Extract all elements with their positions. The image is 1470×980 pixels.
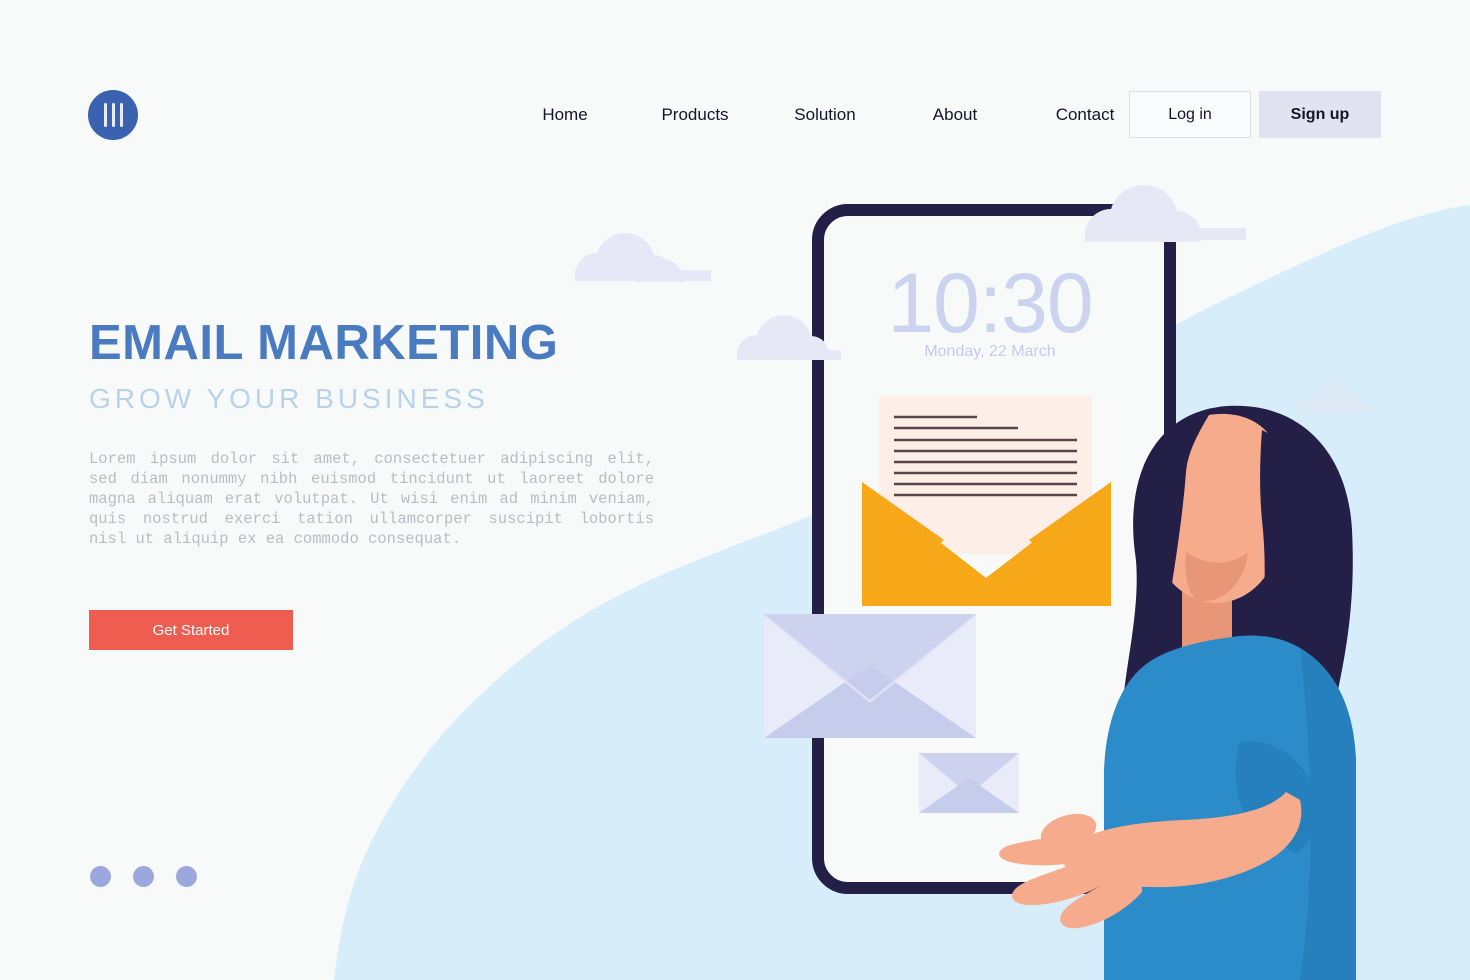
closed-envelope-icon — [919, 753, 1019, 813]
carousel-dot[interactable] — [176, 866, 197, 887]
carousel-dot[interactable] — [90, 866, 111, 887]
login-button[interactable]: Log in — [1129, 91, 1251, 138]
get-started-button[interactable]: Get Started — [89, 610, 293, 650]
logo-bar — [119, 103, 123, 127]
hero-body-text: Lorem ipsum dolor sit amet, consectetuer… — [89, 450, 654, 549]
carousel-dots — [90, 866, 197, 887]
site-header: Home Products Solution About Contact Log… — [0, 0, 1470, 200]
closed-envelope-icon — [764, 614, 976, 738]
cloud-icon — [575, 232, 711, 282]
nav-item-home[interactable]: Home — [500, 100, 630, 130]
signup-button[interactable]: Sign up — [1259, 91, 1381, 138]
nav-item-about[interactable]: About — [890, 100, 1020, 130]
main-navigation: Home Products Solution About Contact — [500, 100, 1150, 130]
logo-bar — [103, 103, 107, 127]
nav-item-products[interactable]: Products — [630, 100, 760, 130]
auth-buttons: Log in Sign up — [1129, 91, 1381, 138]
hero-copy: EMAIL MARKETING GROW YOUR BUSINESS Lorem… — [89, 316, 689, 549]
carousel-dot[interactable] — [133, 866, 154, 887]
three-bars-circle-logo-icon[interactable] — [88, 90, 138, 140]
logo-bar — [111, 103, 115, 127]
nav-item-solution[interactable]: Solution — [760, 100, 890, 130]
landing-page: 10:30 Monday, 22 March Home Products Sol… — [0, 0, 1470, 980]
page-subtitle: GROW YOUR BUSINESS — [89, 383, 489, 415]
cloud-icon — [1300, 382, 1372, 414]
page-title: EMAIL MARKETING — [89, 316, 559, 370]
